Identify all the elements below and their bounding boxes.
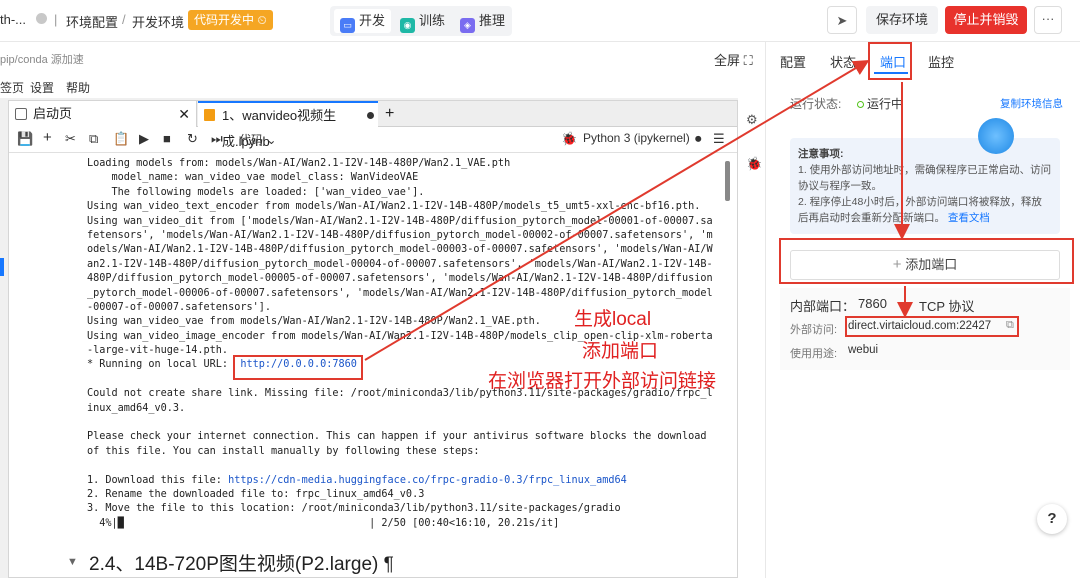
annotation-open-link: 在浏览器打开外部访问链接 [488,371,717,392]
annotation-add-port: 添加端口 [582,341,659,362]
annotation-arrows [364,59,913,361]
annotation-generate-local: 生成local [574,309,652,330]
